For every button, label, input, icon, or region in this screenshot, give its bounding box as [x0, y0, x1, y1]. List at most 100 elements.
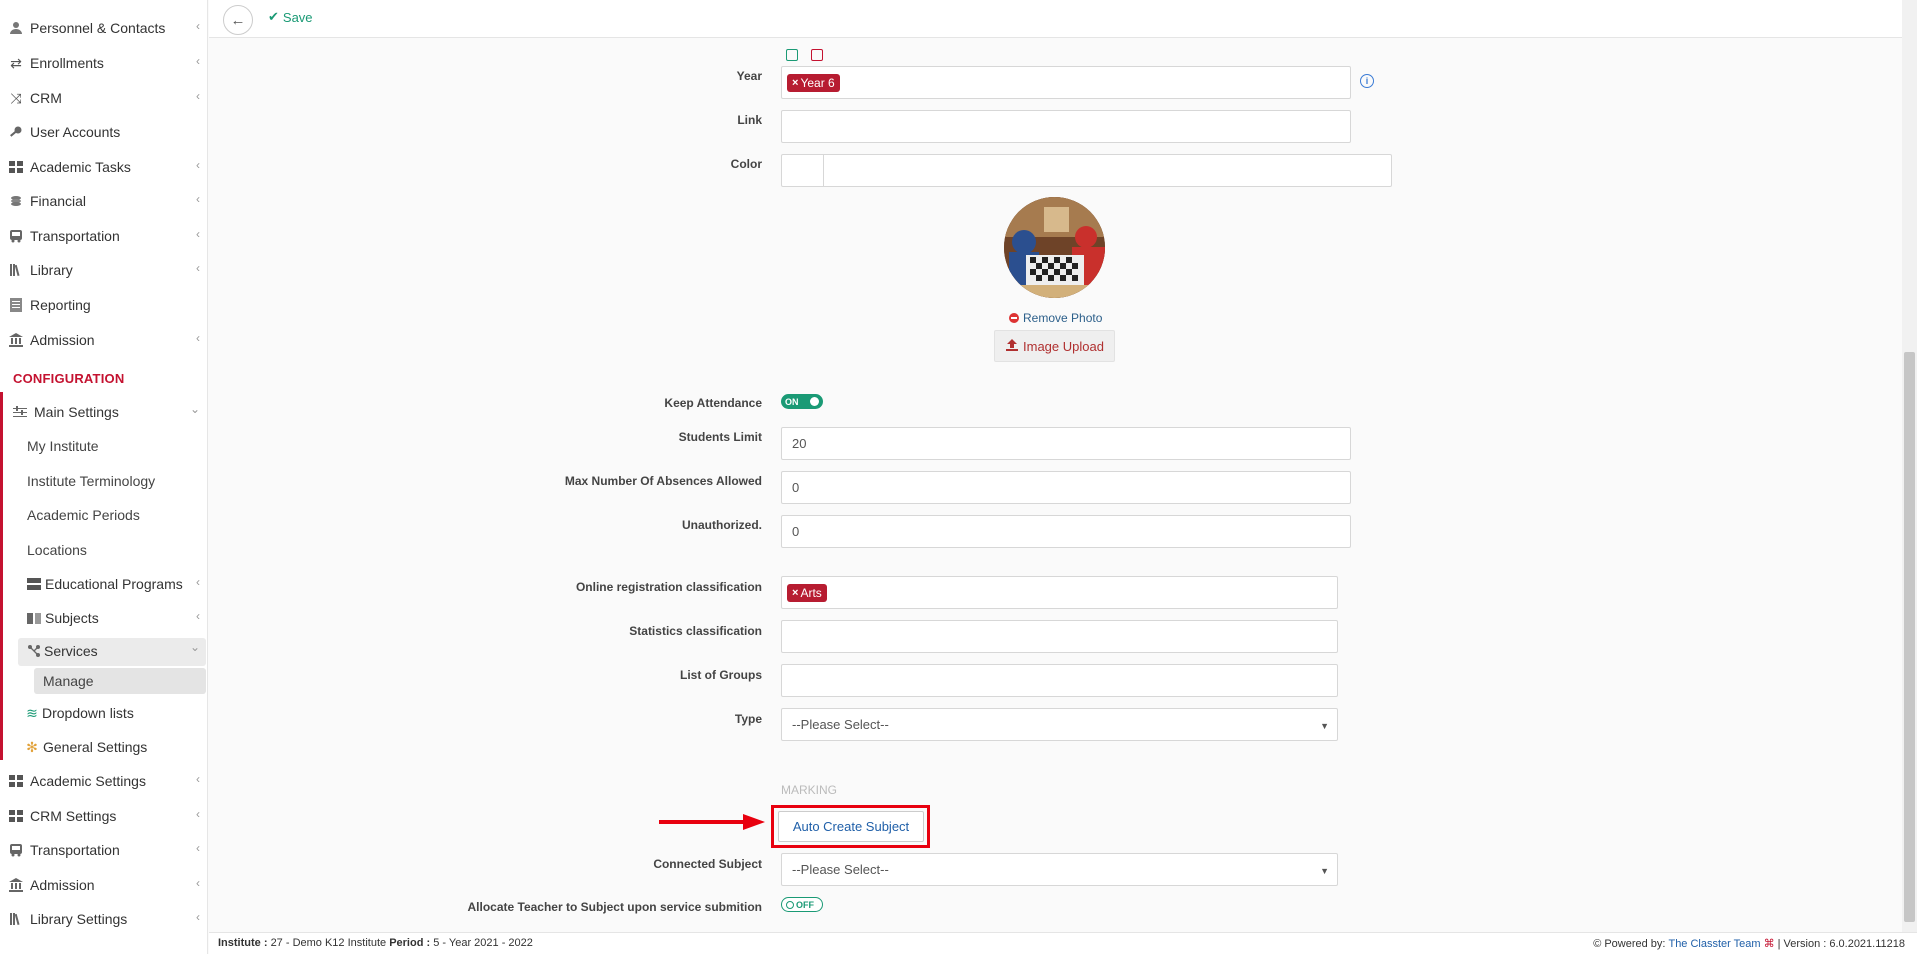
- info-icon[interactable]: i: [1360, 74, 1374, 88]
- chevron-left-icon: ‹: [196, 772, 200, 786]
- unauthorized-value: 0: [792, 524, 800, 539]
- sidebar-item-institute-terminology[interactable]: Institute Terminology: [27, 466, 155, 496]
- link-input[interactable]: [781, 110, 1351, 143]
- scrollbar-thumb[interactable]: [1904, 352, 1915, 922]
- connected-subject-select[interactable]: --Please Select-- ▼: [781, 853, 1338, 886]
- remove-photo-link[interactable]: Remove Photo: [1009, 311, 1102, 325]
- arts-tag[interactable]: × Arts: [787, 583, 827, 602]
- remove-tag-icon[interactable]: ×: [792, 77, 798, 89]
- sidebar-item-locations[interactable]: Locations: [27, 535, 87, 565]
- image-upload-label: Image Upload: [1023, 338, 1104, 354]
- sidebar-item-manage[interactable]: Manage: [43, 666, 94, 696]
- sidebar-item-personnel[interactable]: Personnel & Contacts ‹: [0, 11, 208, 45]
- year-multiselect[interactable]: × Year 6: [781, 66, 1351, 99]
- sidebar-item-academic-settings[interactable]: Academic Settings ‹: [0, 764, 208, 798]
- sidebar-item-admission-settings[interactable]: Admission ‹: [0, 868, 208, 902]
- sidebar-item-subjects[interactable]: Subjects ‹: [0, 601, 208, 635]
- sidebar-item-reporting[interactable]: Reporting: [0, 288, 208, 322]
- chevron-left-icon: ‹: [196, 876, 200, 890]
- uncheck-all-icon[interactable]: [811, 49, 823, 61]
- minus-circle-icon: [1009, 313, 1019, 323]
- connected-subject-value: --Please Select--: [792, 862, 889, 877]
- sidebar-item-crm-settings[interactable]: CRM Settings ‹: [0, 799, 208, 833]
- list-of-groups-input[interactable]: [781, 664, 1338, 697]
- sidebar-item-academic-tasks[interactable]: Academic Tasks ‹: [0, 150, 208, 184]
- sidebar-item-financial[interactable]: Financial ‹: [0, 184, 208, 218]
- top-toolbar: [209, 0, 1917, 38]
- allocate-teacher-toggle[interactable]: OFF: [781, 897, 823, 912]
- version-text: | Version : 6.0.2021.11218: [1777, 937, 1905, 950]
- chevron-left-icon: ‹: [196, 575, 200, 589]
- statistics-classification-label: Statistics classification: [629, 624, 762, 638]
- list-of-groups-label: List of Groups: [680, 668, 762, 682]
- unauthorized-input[interactable]: 0: [781, 515, 1351, 548]
- caret-down-icon: ▼: [1320, 721, 1329, 731]
- sidebar-item-my-institute[interactable]: My Institute: [27, 431, 99, 461]
- institute-label: Institute :: [218, 937, 268, 949]
- marking-heading: MARKING: [781, 783, 838, 797]
- keep-attendance-toggle[interactable]: ON: [781, 394, 823, 409]
- bank-icon: [8, 332, 24, 348]
- sidebar-item-main-settings[interactable]: Main Settings ⌄: [0, 395, 208, 429]
- toggle-state: OFF: [796, 899, 814, 910]
- sidebar-item-transportation[interactable]: Transportation ‹: [0, 219, 208, 253]
- sidebar-item-crm[interactable]: ⤨ CRM ‹: [0, 81, 208, 115]
- service-photo: [1004, 197, 1105, 298]
- check-all-icon[interactable]: [786, 49, 798, 61]
- powered-by-label: Powered by:: [1604, 937, 1666, 950]
- statistics-classification-input[interactable]: [781, 620, 1338, 653]
- remove-photo-label: Remove Photo: [1023, 311, 1103, 325]
- sidebar-item-library[interactable]: Library ‹: [0, 253, 208, 287]
- year-label: Year: [736, 69, 762, 83]
- sidebar-item-label: Dropdown lists: [42, 705, 134, 721]
- back-button[interactable]: ←: [223, 5, 253, 35]
- chevron-left-icon: ‹: [196, 841, 200, 855]
- chevron-left-icon: ‹: [196, 609, 200, 623]
- upload-icon: [1005, 338, 1019, 355]
- sidebar-item-academic-periods[interactable]: Academic Periods: [27, 500, 140, 530]
- grid-icon: [26, 576, 42, 592]
- period-value: 5 - Year 2021 - 2022: [433, 937, 533, 949]
- sidebar-item-label: Admission: [30, 332, 95, 348]
- allocate-teacher-label: Allocate Teacher to Subject upon service…: [467, 900, 762, 914]
- auto-create-subject-button[interactable]: Auto Create Subject: [778, 811, 924, 842]
- caret-down-icon: ▼: [1320, 866, 1329, 876]
- students-limit-input[interactable]: 20: [781, 427, 1351, 460]
- sidebar-item-admission[interactable]: Admission ‹: [0, 323, 208, 357]
- institute-value: 27 - Demo K12 Institute: [270, 937, 387, 949]
- type-select[interactable]: --Please Select-- ▼: [781, 708, 1338, 741]
- toggle-state: ON: [785, 396, 799, 407]
- sidebar-item-general-settings[interactable]: ✻ General Settings: [0, 730, 208, 764]
- year-tag[interactable]: × Year 6: [787, 73, 840, 92]
- key-icon: [8, 124, 24, 140]
- sidebar-item-label: Transportation: [30, 842, 120, 858]
- sidebar-item-transportation-settings[interactable]: Transportation ‹: [0, 833, 208, 867]
- sidebar-item-educational-programs[interactable]: Educational Programs ‹: [0, 567, 208, 601]
- color-swatch[interactable]: [782, 155, 824, 186]
- sidebar-item-label: Financial: [30, 193, 87, 209]
- sidebar-item-dropdown-lists[interactable]: ≋ Dropdown lists: [0, 696, 208, 730]
- color-input[interactable]: [781, 154, 1392, 187]
- sidebar-item-label: Admission: [30, 877, 95, 893]
- layers-icon: ≋: [26, 704, 38, 721]
- unauthorized-label: Unauthorized.: [682, 518, 762, 532]
- sidebar-item-user-accounts[interactable]: User Accounts: [0, 115, 208, 149]
- image-upload-button[interactable]: Image Upload: [994, 330, 1115, 362]
- sidebar-item-enrollments[interactable]: ⇄ Enrollments ‹: [0, 46, 208, 80]
- max-absences-input[interactable]: 0: [781, 471, 1351, 504]
- sidebar-item-label: Transportation: [30, 228, 120, 244]
- remove-tag-icon[interactable]: ×: [792, 587, 798, 599]
- sidebar-item-label: Library Settings: [30, 911, 128, 927]
- footer: Institute : 27 - Demo K12 Institute Peri…: [209, 932, 1917, 954]
- sidebar-item-label: User Accounts: [30, 124, 121, 140]
- coins-icon: [8, 193, 24, 209]
- classter-team-link[interactable]: The Classter Team: [1668, 938, 1760, 950]
- sidebar-item-services[interactable]: Services ⌄: [0, 634, 208, 668]
- sidebar-item-label: Personnel & Contacts: [30, 20, 166, 36]
- students-limit-label: Students Limit: [678, 430, 762, 444]
- online-registration-multiselect[interactable]: × Arts: [781, 576, 1338, 609]
- save-button[interactable]: ✔ Save: [268, 9, 313, 25]
- bus-icon: [8, 228, 24, 244]
- sidebar-item-library-settings[interactable]: Library Settings ‹: [0, 902, 208, 936]
- sidebar-item-label: CRM: [30, 90, 62, 106]
